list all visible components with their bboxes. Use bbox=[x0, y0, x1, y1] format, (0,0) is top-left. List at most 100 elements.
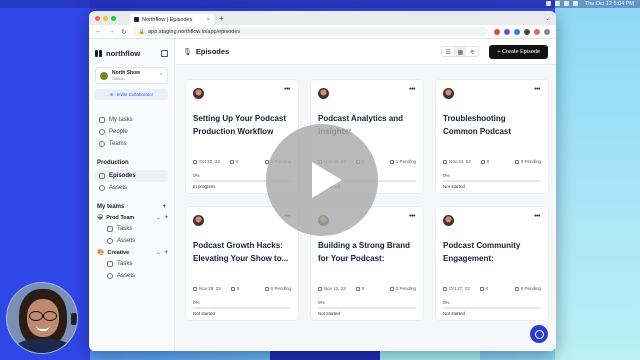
paperclip-icon bbox=[480, 159, 485, 164]
sidebar-item-label: Assets bbox=[109, 185, 128, 191]
sidebar: northflow North Show Owner ⌃ ⊕ Invite Co… bbox=[89, 39, 175, 351]
profile-avatar[interactable] bbox=[534, 28, 540, 35]
extension-icon[interactable] bbox=[514, 28, 520, 35]
status-label: In progress bbox=[193, 184, 216, 189]
microphone-icon bbox=[99, 173, 105, 179]
paperclip-icon bbox=[479, 286, 484, 291]
url-field[interactable]: 🔒 app.staging.northflow.io/app/episodes bbox=[132, 27, 488, 36]
progress-label: 0% bbox=[443, 300, 450, 305]
task-count: 0 bbox=[479, 286, 489, 291]
more-options-icon[interactable]: ••• bbox=[409, 86, 415, 93]
tab-list-chevron-icon[interactable]: ⌄ bbox=[545, 15, 550, 22]
calendar-icon bbox=[193, 159, 197, 164]
extension-icon[interactable] bbox=[494, 28, 500, 35]
view-toggle: ☰ ▦ ⚟ bbox=[441, 46, 480, 57]
due-date: Oct 20, 23 bbox=[193, 159, 220, 164]
create-episode-button[interactable]: + Create Episode bbox=[489, 44, 548, 59]
checklist-icon bbox=[107, 226, 113, 232]
due-date-text: Oct 27, 23 bbox=[449, 286, 470, 291]
clock-icon bbox=[514, 159, 519, 164]
desktop-wallpaper-right bbox=[555, 0, 640, 360]
due-date-text: Nov 12, 23 bbox=[324, 286, 346, 291]
task-count: 0 bbox=[480, 159, 490, 164]
workspace-switcher[interactable]: North Show Owner ⌃ bbox=[95, 67, 168, 84]
more-options-icon[interactable]: ••• bbox=[534, 213, 540, 220]
page-header: 🎙 Episodes ☰ ▦ ⚟ + Create Episode bbox=[175, 39, 556, 65]
episode-title: Podcast Community Engagement: Connectin.… bbox=[443, 241, 521, 263]
checklist-icon bbox=[107, 261, 113, 267]
window-controls[interactable] bbox=[95, 15, 116, 21]
sidebar-toggle-icon[interactable] bbox=[161, 49, 168, 57]
tab-title: Northflow | Episodes bbox=[142, 16, 193, 23]
close-tab-icon[interactable]: × bbox=[207, 17, 210, 23]
episode-meta: Nov 24, 23 0 0 Pending bbox=[443, 159, 541, 164]
calendar-icon bbox=[193, 286, 197, 291]
chevron-down-icon[interactable]: ⌄ bbox=[156, 250, 160, 256]
team-item-assets[interactable]: Assets bbox=[95, 270, 168, 282]
logo-mark-icon bbox=[95, 49, 103, 57]
episode-meta: Nov 28, 23 0 0 Pending bbox=[193, 286, 291, 291]
back-arrow-icon[interactable]: ← bbox=[95, 28, 102, 35]
more-options-icon[interactable]: ••• bbox=[534, 86, 540, 93]
team-item-tasks[interactable]: Tasks bbox=[95, 258, 168, 270]
pending-text: 0 Pending bbox=[520, 159, 541, 164]
pending-count: 0 Pending bbox=[389, 286, 416, 291]
sidebar-item-label: My tasks bbox=[109, 117, 133, 123]
add-team-icon[interactable]: + bbox=[162, 204, 166, 210]
clock-icon bbox=[389, 286, 394, 291]
due-date: Nov 24, 23 bbox=[443, 159, 471, 164]
grid-view-icon[interactable]: ▦ bbox=[454, 47, 467, 56]
sidebar-item-people[interactable]: People bbox=[95, 126, 168, 138]
more-options-icon[interactable]: ••• bbox=[284, 86, 290, 93]
assignee-avatar bbox=[193, 215, 204, 226]
list-view-icon[interactable]: ☰ bbox=[442, 47, 454, 56]
episode-card[interactable]: •••Podcast Growth Hacks: Elevating Your … bbox=[185, 206, 299, 321]
assignee-avatar bbox=[443, 215, 454, 226]
chevron-down-icon[interactable]: ⌄ bbox=[156, 215, 160, 221]
browser-menu-icon[interactable] bbox=[544, 28, 550, 35]
sidebar-item-episodes[interactable]: Episodes bbox=[95, 170, 168, 182]
filter-icon[interactable]: ⚟ bbox=[466, 47, 478, 56]
progress-label: 0% bbox=[443, 173, 450, 178]
paperclip-icon bbox=[107, 238, 113, 244]
new-tab-button[interactable]: + bbox=[219, 14, 224, 23]
episode-card[interactable]: ••• Troubleshooting Common Podcast Challe… bbox=[435, 79, 549, 194]
browser-tab[interactable]: Northflow | Episodes × bbox=[130, 14, 214, 25]
task-count-text: 0 bbox=[486, 159, 490, 164]
team-creative[interactable]: 🎨 Creative ⌄ + bbox=[95, 247, 168, 258]
team-prod-team[interactable]: 😀 Prod Team ⌄ + bbox=[95, 212, 168, 223]
team-item-assets[interactable]: Assets bbox=[95, 235, 168, 247]
assignee-avatar bbox=[318, 88, 329, 99]
extension-icon[interactable] bbox=[504, 28, 510, 35]
more-options-icon[interactable]: ••• bbox=[409, 213, 415, 220]
progress-bar bbox=[443, 307, 541, 309]
chevron-updown-icon: ⌃ bbox=[158, 72, 163, 79]
close-window-button[interactable] bbox=[95, 15, 100, 21]
reload-icon[interactable]: ↻ bbox=[121, 28, 127, 36]
add-icon[interactable]: + bbox=[164, 250, 168, 256]
minimize-window-button[interactable] bbox=[103, 15, 108, 21]
invite-collaborator-button[interactable]: ⊕ Invite Collaborator bbox=[95, 89, 168, 100]
team-item-tasks[interactable]: Tasks bbox=[95, 223, 168, 235]
video-play-button[interactable] bbox=[266, 124, 378, 236]
menubar-status-icons bbox=[546, 1, 578, 6]
favicon-icon bbox=[134, 17, 139, 22]
sidebar-item-assets[interactable]: Assets bbox=[95, 182, 168, 194]
task-count-text: 0 bbox=[485, 286, 489, 291]
team-emoji-icon: 😀 bbox=[97, 215, 104, 221]
browser-tabbar: Northflow | Episodes × + ⌄ bbox=[89, 11, 556, 25]
forward-arrow-icon[interactable]: → bbox=[108, 28, 115, 35]
user-plus-icon: ⊕ bbox=[109, 91, 114, 97]
logo[interactable]: northflow bbox=[95, 49, 140, 58]
add-icon[interactable]: + bbox=[164, 215, 168, 221]
clock-icon bbox=[514, 286, 519, 291]
chat-support-button[interactable] bbox=[530, 325, 548, 343]
episode-card[interactable]: ••• Podcast Community Engagement: Connect… bbox=[435, 206, 549, 321]
maximize-window-button[interactable] bbox=[111, 15, 116, 21]
extension-icon[interactable] bbox=[524, 28, 530, 35]
pending-text: 0 Pending bbox=[520, 286, 541, 291]
task-count-text: 0 bbox=[361, 286, 365, 291]
sidebar-item-teams[interactable]: Teams bbox=[95, 138, 168, 150]
sidebar-item-my-tasks[interactable]: My tasks bbox=[95, 114, 168, 126]
progress-label: 0% bbox=[318, 300, 325, 305]
